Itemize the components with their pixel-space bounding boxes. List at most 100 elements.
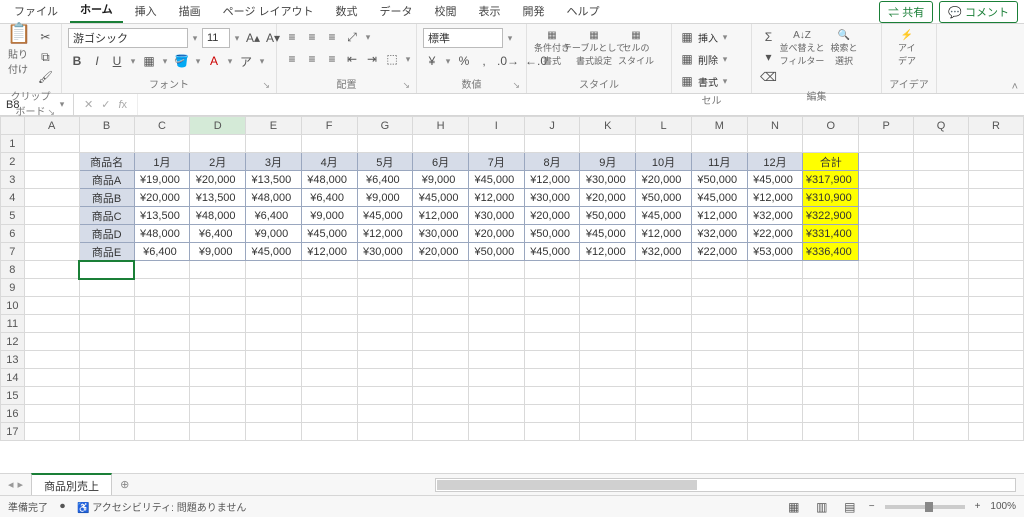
autosum-icon[interactable]: Σ	[758, 28, 779, 46]
font-name-select[interactable]: 游ゴシック	[68, 28, 188, 48]
cell-H9[interactable]	[413, 279, 469, 297]
cell-J14[interactable]	[524, 369, 580, 387]
col-header-M[interactable]: M	[691, 117, 747, 135]
cell-G11[interactable]	[357, 315, 413, 333]
cell-P5[interactable]	[859, 207, 914, 225]
align-right-icon[interactable]: ≡	[323, 50, 341, 68]
cell-P6[interactable]	[859, 225, 914, 243]
cell-E13[interactable]	[246, 351, 302, 369]
cell-G9[interactable]	[357, 279, 413, 297]
cell-R16[interactable]	[969, 405, 1024, 423]
cell-R6[interactable]	[969, 225, 1024, 243]
cell-M15[interactable]	[691, 387, 747, 405]
number-format-select[interactable]: 標準	[423, 28, 503, 48]
cell-E11[interactable]	[246, 315, 302, 333]
cell-K2[interactable]: 9月	[580, 153, 636, 171]
cell-O12[interactable]	[803, 333, 859, 351]
cell-N6[interactable]: ¥22,000	[747, 225, 803, 243]
cell-I12[interactable]	[468, 333, 524, 351]
comma-icon[interactable]: ,	[475, 52, 493, 70]
cell-H3[interactable]: ¥9,000	[413, 171, 469, 189]
cell-O9[interactable]	[803, 279, 859, 297]
comments-button[interactable]: 💬 コメント	[939, 1, 1018, 23]
cell-M5[interactable]: ¥12,000	[691, 207, 747, 225]
cell-A7[interactable]	[24, 243, 79, 261]
cell-D17[interactable]	[190, 423, 246, 441]
cell-I2[interactable]: 7月	[468, 153, 524, 171]
row-header-8[interactable]: 8	[1, 261, 25, 279]
cell-G3[interactable]: ¥6,400	[357, 171, 413, 189]
cell-R10[interactable]	[969, 297, 1024, 315]
cell-N13[interactable]	[747, 351, 803, 369]
cell-D1[interactable]	[190, 135, 246, 153]
sheet-nav-next-icon[interactable]: ▸	[18, 478, 24, 491]
fill-color-button[interactable]: 🪣	[172, 52, 191, 70]
cell-F1[interactable]	[301, 135, 357, 153]
cell-I6[interactable]: ¥20,000	[468, 225, 524, 243]
cell-A2[interactable]	[24, 153, 79, 171]
cell-L4[interactable]: ¥50,000	[636, 189, 692, 207]
cell-I3[interactable]: ¥45,000	[468, 171, 524, 189]
cell-M3[interactable]: ¥50,000	[691, 171, 747, 189]
cell-I11[interactable]	[468, 315, 524, 333]
cell-H14[interactable]	[413, 369, 469, 387]
cell-C4[interactable]: ¥20,000	[134, 189, 190, 207]
formula-input[interactable]	[138, 94, 1024, 115]
cell-B6[interactable]: 商品D	[79, 225, 134, 243]
cell-F6[interactable]: ¥45,000	[301, 225, 357, 243]
cell-Q11[interactable]	[914, 315, 969, 333]
cell-C14[interactable]	[134, 369, 190, 387]
cell-N16[interactable]	[747, 405, 803, 423]
cell-K10[interactable]	[580, 297, 636, 315]
ribbon-tab-8[interactable]: 表示	[469, 0, 511, 23]
cell-C8[interactable]	[134, 261, 190, 279]
cell-G8[interactable]	[357, 261, 413, 279]
cell-Q13[interactable]	[914, 351, 969, 369]
ribbon-tab-6[interactable]: データ	[370, 0, 423, 23]
ribbon-tab-7[interactable]: 校閲	[425, 0, 467, 23]
cell-H7[interactable]: ¥20,000	[413, 243, 469, 261]
cell-O1[interactable]	[803, 135, 859, 153]
cell-N12[interactable]	[747, 333, 803, 351]
cell-M6[interactable]: ¥32,000	[691, 225, 747, 243]
cell-Q10[interactable]	[914, 297, 969, 315]
align-bottom-icon[interactable]: ≡	[323, 28, 341, 46]
cell-I5[interactable]: ¥30,000	[468, 207, 524, 225]
cell-L8[interactable]	[636, 261, 692, 279]
cell-M2[interactable]: 11月	[691, 153, 747, 171]
cell-P3[interactable]	[859, 171, 914, 189]
cell-H10[interactable]	[413, 297, 469, 315]
cell-D11[interactable]	[190, 315, 246, 333]
cell-M14[interactable]	[691, 369, 747, 387]
cell-A8[interactable]	[24, 261, 79, 279]
cell-Q14[interactable]	[914, 369, 969, 387]
cell-M13[interactable]	[691, 351, 747, 369]
cell-I9[interactable]	[468, 279, 524, 297]
row-header-10[interactable]: 10	[1, 297, 25, 315]
cell-A12[interactable]	[24, 333, 79, 351]
delete-cells-button[interactable]: ▦	[678, 50, 696, 68]
cell-C9[interactable]	[134, 279, 190, 297]
cell-M17[interactable]	[691, 423, 747, 441]
cell-L1[interactable]	[636, 135, 692, 153]
cell-B9[interactable]	[79, 279, 134, 297]
cell-J12[interactable]	[524, 333, 580, 351]
cell-J1[interactable]	[524, 135, 580, 153]
cell-R8[interactable]	[969, 261, 1024, 279]
cell-A4[interactable]	[24, 189, 79, 207]
cut-icon[interactable]: ✂	[36, 28, 55, 46]
cell-D9[interactable]	[190, 279, 246, 297]
share-button[interactable]: ⇌ 共有	[879, 1, 933, 23]
cell-K3[interactable]: ¥30,000	[580, 171, 636, 189]
cell-J17[interactable]	[524, 423, 580, 441]
cell-F13[interactable]	[301, 351, 357, 369]
cell-E9[interactable]	[246, 279, 302, 297]
cell-P14[interactable]	[859, 369, 914, 387]
cell-A15[interactable]	[24, 387, 79, 405]
cell-H13[interactable]	[413, 351, 469, 369]
cell-R1[interactable]	[969, 135, 1024, 153]
cell-E5[interactable]: ¥6,400	[246, 207, 302, 225]
cell-B5[interactable]: 商品C	[79, 207, 134, 225]
cell-N11[interactable]	[747, 315, 803, 333]
cell-H6[interactable]: ¥30,000	[413, 225, 469, 243]
